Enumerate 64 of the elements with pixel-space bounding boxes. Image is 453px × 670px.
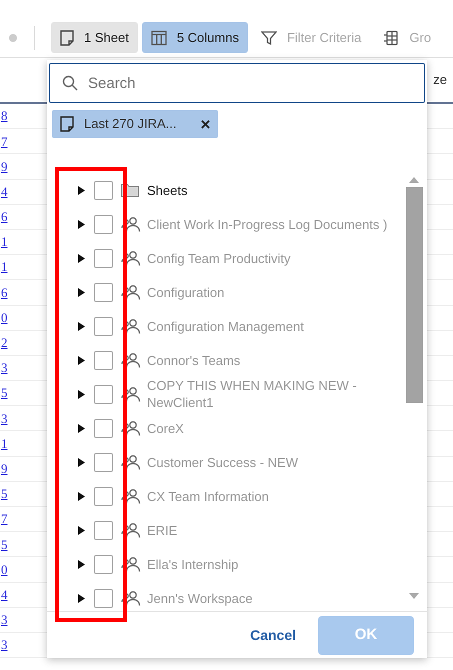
row-link[interactable]: 7: [0, 509, 8, 529]
row-link[interactable]: 5: [0, 534, 8, 554]
columns-icon: [150, 30, 167, 46]
sheet-icon: [60, 116, 74, 132]
row-link[interactable]: 5: [0, 383, 8, 403]
row-link[interactable]: 4: [0, 584, 8, 604]
row-link[interactable]: 3: [0, 635, 8, 655]
checkbox[interactable]: [94, 554, 113, 574]
close-button[interactable]: ×: [200, 116, 210, 132]
row-link[interactable]: 1: [0, 257, 8, 277]
checkbox[interactable]: [94, 316, 113, 336]
row-link[interactable]: 8: [0, 106, 8, 126]
scrollbar-thumb[interactable]: [406, 187, 422, 403]
checkbox[interactable]: [94, 486, 113, 506]
row-link[interactable]: 5: [0, 484, 8, 504]
row-link[interactable]: 6: [0, 282, 8, 302]
chip-label: Last 270 JIRA...: [84, 115, 176, 134]
grid-icon: [383, 30, 400, 46]
people-icon: [121, 420, 141, 436]
search-field[interactable]: Search: [49, 63, 425, 103]
row-link[interactable]: 4: [0, 182, 8, 202]
row-link[interactable]: 9: [0, 458, 8, 478]
people-icon: [121, 590, 141, 606]
people-icon: [121, 250, 141, 266]
row-link[interactable]: 9: [0, 156, 8, 176]
people-icon: [121, 284, 141, 300]
row-link[interactable]: 3: [0, 408, 8, 428]
checkbox[interactable]: [94, 282, 113, 302]
sheet-icon: [60, 30, 74, 46]
people-icon: [121, 352, 141, 368]
toolbar-button[interactable]: 1 Sheet: [51, 22, 138, 53]
checkbox[interactable]: [94, 418, 113, 438]
row-link[interactable]: 2: [0, 333, 8, 353]
toolbar-button[interactable]: 5 Columns: [142, 22, 248, 53]
checkbox[interactable]: [94, 214, 113, 234]
tree-item-label[interactable]: Sheets: [147, 182, 188, 198]
row-link[interactable]: 3: [0, 358, 8, 378]
column-header: ze: [433, 71, 447, 90]
scroll-up-icon[interactable]: [409, 177, 419, 183]
checkbox[interactable]: [94, 248, 113, 268]
checkbox[interactable]: [94, 520, 113, 540]
people-icon: [121, 488, 141, 504]
people-icon: [121, 556, 141, 572]
cancel-button[interactable]: Cancel: [250, 624, 296, 646]
row-link[interactable]: 1: [0, 434, 8, 454]
row-link[interactable]: 3: [0, 610, 8, 630]
row-link[interactable]: 1: [0, 232, 8, 252]
checkbox[interactable]: [94, 180, 113, 200]
checkbox[interactable]: [94, 350, 113, 370]
people-icon: [121, 522, 141, 538]
checkbox[interactable]: [94, 452, 113, 472]
people-icon: [121, 318, 141, 334]
checkbox[interactable]: [94, 384, 113, 404]
scroll-down-icon[interactable]: [409, 593, 419, 599]
row-link[interactable]: 6: [0, 207, 8, 227]
row-link[interactable]: 0: [0, 560, 8, 580]
people-icon: [121, 216, 141, 232]
row-link[interactable]: 0: [0, 308, 8, 328]
filter-icon: [260, 30, 277, 46]
search-icon: [62, 75, 78, 91]
people-icon: [121, 454, 141, 470]
people-icon: [121, 386, 141, 402]
row-link[interactable]: 7: [0, 132, 8, 152]
checkbox[interactable]: [94, 588, 113, 608]
